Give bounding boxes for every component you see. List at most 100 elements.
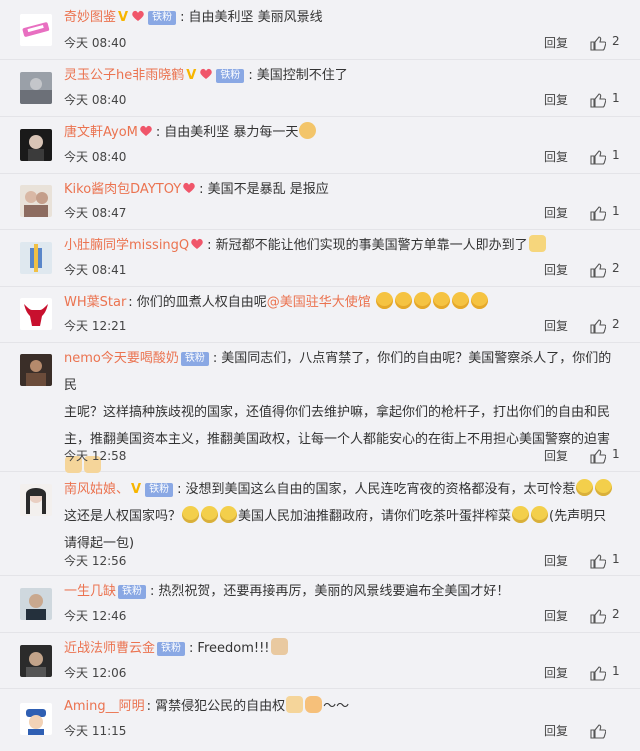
thumbs-up-icon[interactable] (590, 206, 606, 221)
reply-button[interactable]: 回复 (544, 148, 568, 165)
comment-item: 唐文軒AyoM: 自由美利坚 暴力每一天 今天 08:40 回复 1 (0, 117, 640, 174)
avatar[interactable] (20, 703, 52, 735)
user-name[interactable]: 南风姑娘、 (64, 482, 129, 497)
reply-button[interactable]: 回复 (544, 91, 568, 108)
thumbs-up-icon[interactable] (590, 36, 606, 51)
level-badge-icon (191, 238, 203, 249)
reply-button[interactable]: 回复 (544, 317, 568, 334)
comment-time: 今天 12:21 (64, 319, 127, 333)
avatar[interactable] (20, 484, 52, 516)
comment-item: 灵玉公子he非雨晓鹤 V 铁粉: 美国控制不住了 今天 08:40 回复 1 (0, 60, 640, 117)
avatar[interactable] (20, 242, 52, 274)
user-name[interactable]: nemo今天要喝酸奶 (64, 351, 179, 366)
comment-time: 今天 08:40 (64, 36, 127, 50)
thumbs-up-icon[interactable] (590, 93, 606, 108)
thumbs-up-icon[interactable] (590, 666, 606, 681)
comment-text: 没想到美国这么自由的国家，人民连吃宵夜的资格都没有，太可怜惹 (185, 482, 576, 497)
level-badge-icon (183, 182, 195, 193)
comment-item: Kiko酱肉包DAYTOY: 美国不是暴乱 是报应 今天 08:47 回复 1 (0, 174, 640, 230)
mention-link[interactable]: @美国驻华大使馆 (267, 295, 371, 310)
crying-emoji-icon (375, 292, 393, 309)
user-name[interactable]: Kiko酱肉包DAYTOY (64, 182, 181, 197)
avatar[interactable] (20, 645, 52, 677)
user-name[interactable]: WH葉Star (64, 295, 126, 310)
fan-badge: 铁粉 (157, 642, 186, 656)
reply-button[interactable]: 回复 (544, 664, 568, 681)
sad-emoji-icon (220, 506, 238, 523)
comment-time: 今天 08:47 (64, 206, 127, 220)
user-name[interactable]: 唐文軒AyoM (64, 125, 138, 140)
comment-time: 今天 12:06 (64, 666, 127, 680)
fan-badge: 铁粉 (145, 483, 174, 497)
comment-text: 新冠都不能让他们实现的事美国警方单靠一人即办到了 (215, 238, 528, 253)
like-count: 1 (612, 148, 620, 162)
sad-emoji-icon (595, 479, 613, 496)
avatar[interactable] (20, 298, 52, 330)
avatar[interactable] (20, 588, 52, 620)
comment-item: Aming__阿明: 霄禁侵犯公民的自由权 ～～ 今天 11:15 回复 (0, 689, 640, 751)
user-name[interactable]: 近战法师曹云金 (64, 641, 155, 656)
comment-time: 今天 12:58 (64, 449, 127, 463)
thumbs-up-icon[interactable] (590, 609, 606, 624)
avatar[interactable] (20, 129, 52, 161)
avatar[interactable] (20, 14, 52, 46)
thumbs-up-icon[interactable] (590, 150, 606, 165)
comment-text: 自由美利坚 美丽风景线 (188, 10, 323, 25)
like-count: 1 (612, 664, 620, 678)
comment-item: 南风姑娘、 V 铁粉: 没想到美国这么自由的国家，人民连吃宵夜的资格都没有，太可怜惹 … (0, 472, 640, 576)
comment-item: 一生几缺 铁粉: 热烈祝贺，还要再接再厉，美丽的风景线要遍布全美国才好！ 今天 12… (0, 576, 640, 633)
like-count: 2 (612, 317, 620, 331)
comment-time: 今天 11:15 (64, 724, 127, 738)
level-badge-icon (140, 125, 152, 136)
comment-time: 今天 12:56 (64, 554, 127, 568)
comment-text: 主，推翻美国资本主义，推翻美国政权，让每一个人都能安心的在街上不用担心美国警察的… (64, 432, 611, 447)
reply-button[interactable]: 回复 (544, 447, 568, 464)
verified-v-icon: V (131, 482, 142, 497)
reply-button[interactable]: 回复 (544, 607, 568, 624)
grin-emoji-icon (299, 122, 317, 139)
reply-button[interactable]: 回复 (544, 722, 568, 739)
reply-button[interactable]: 回复 (544, 552, 568, 569)
comment-text: 你们的皿煮人权自由呢 (136, 295, 267, 310)
fan-badge: 铁粉 (148, 11, 177, 25)
comment-time: 今天 08:40 (64, 150, 127, 164)
thumbs-up-icon[interactable] (590, 319, 606, 334)
comment-tail: ～～ (323, 699, 350, 714)
doge-emoji-icon (286, 696, 304, 713)
user-name[interactable]: 小肚腩同学missingQ (64, 238, 189, 253)
fan-badge: 铁粉 (216, 69, 245, 83)
comment-text: 自由美利坚 暴力每一天 (164, 125, 299, 140)
comment-item: 近战法师曹云金 铁粉: Freedom!!! 今天 12:06 回复 1 (0, 633, 640, 689)
crying-emoji-icon (432, 292, 450, 309)
user-name[interactable]: 一生几缺 (64, 584, 116, 599)
user-name[interactable]: Aming__阿明 (64, 699, 145, 714)
thumbs-up-icon[interactable] (590, 724, 606, 739)
avatar[interactable] (20, 185, 52, 217)
thumbs-up-icon[interactable] (590, 263, 606, 278)
comment-text: 美国不是暴乱 是报应 (207, 182, 329, 197)
muscle-emoji-icon (305, 696, 323, 713)
comment-text: 请得起一包) (64, 536, 135, 551)
reply-button[interactable]: 回复 (544, 204, 568, 221)
comment-text: 美国人民加油推翻政府，请你们吃茶叶蛋拌榨菜 (238, 509, 512, 524)
like-count: 1 (612, 552, 620, 566)
sad-emoji-icon (201, 506, 219, 523)
comment-item: WH葉Star: 你们的皿煮人权自由呢@美国驻华大使馆 今天 12:21 回复 2 (0, 287, 640, 343)
thumbs-up-icon[interactable] (590, 554, 606, 569)
thumbs-up-icon[interactable] (590, 449, 606, 464)
reply-button[interactable]: 回复 (544, 261, 568, 278)
avatar[interactable] (20, 354, 52, 386)
fan-badge: 铁粉 (180, 352, 209, 366)
crying-emoji-icon (394, 292, 412, 309)
user-name[interactable]: 灵玉公子he非雨晓鹤 (64, 68, 184, 83)
reply-button[interactable]: 回复 (544, 34, 568, 51)
user-name[interactable]: 奇妙图鉴 (64, 10, 116, 25)
comment-text: 这还是人权国家吗？ (64, 509, 182, 524)
sad-emoji-icon (182, 506, 200, 523)
like-count: 2 (612, 607, 620, 621)
comment-item: 奇妙图鉴 V 铁粉: 自由美利坚 美丽风景线 今天 08:40 回复 2 (0, 0, 640, 60)
like-count: 2 (612, 261, 620, 275)
comment-text: (先声明只 (549, 509, 607, 524)
avatar[interactable] (20, 72, 52, 104)
sad-emoji-icon (531, 506, 549, 523)
